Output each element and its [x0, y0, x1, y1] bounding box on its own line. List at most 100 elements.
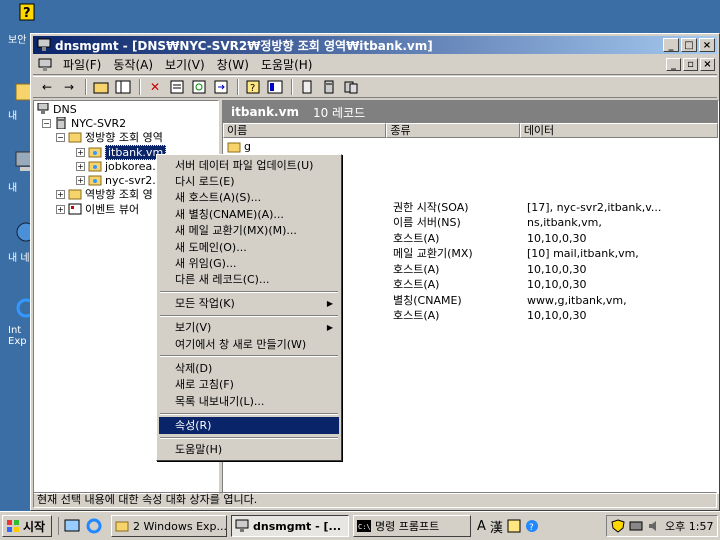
clock[interactable]: 오후 1:57 [665, 518, 713, 534]
svg-text:?: ? [23, 6, 31, 21]
tree-node-zone-nyc[interactable]: + nyc-svr2. [76, 173, 156, 187]
table-row[interactable]: g [227, 139, 717, 154]
child-minimize-button[interactable]: _ [666, 58, 681, 71]
menu-item-new-mx[interactable]: 새 메일 교환기(MX)(M)... [159, 222, 339, 239]
refresh-icon[interactable] [189, 78, 209, 96]
folder-icon [115, 521, 129, 532]
volume-icon[interactable] [647, 519, 661, 533]
collapse-icon[interactable]: − [42, 118, 51, 128]
network-status-icon[interactable] [629, 519, 643, 533]
tree-label: DNS [53, 102, 77, 116]
toolbar-separator [85, 79, 87, 95]
menu-item-export-list[interactable]: 목록 내보내기(L)... [159, 393, 339, 410]
cell-type: 권한 시작(SOA) [393, 201, 469, 214]
zone-icon[interactable] [341, 78, 361, 96]
tree-label: nyc-svr2. [105, 173, 156, 187]
expand-icon[interactable]: + [56, 204, 65, 214]
task-dnsmgmt[interactable]: dnsmgmt - [... [231, 515, 349, 537]
tree-label: jobkorea.v [105, 159, 163, 173]
close-button[interactable]: × [699, 38, 715, 52]
tree-label: 이벤트 뷰어 [85, 203, 140, 216]
expand-icon[interactable]: + [76, 175, 85, 185]
internet-explorer-icon[interactable] [85, 517, 103, 535]
menu-item-all-tasks[interactable]: 모든 작업(K) ▶ [159, 295, 339, 312]
input-mode-a[interactable]: A [477, 519, 486, 534]
menu-item-delete[interactable]: 삭제(D) [159, 360, 339, 377]
export-list-icon[interactable] [211, 78, 231, 96]
update-data-file-icon[interactable] [297, 78, 317, 96]
show-tree-icon[interactable] [113, 78, 133, 96]
expand-icon[interactable]: + [76, 147, 85, 157]
tree-node-zone-jobkorea[interactable]: + jobkorea.v [76, 159, 162, 173]
console-icon [38, 58, 52, 71]
cell-data: 10,10,0,30 [527, 278, 587, 291]
server-icon [56, 117, 66, 129]
cell-type: 호스트(A) [393, 263, 440, 276]
menu-item-update-data-file[interactable]: 서버 데이터 파일 업데이트(U) [159, 157, 339, 174]
menu-item-refresh[interactable]: 새로 고침(F) [159, 376, 339, 393]
menu-item-new-alias[interactable]: 새 별칭(CNAME)(A)... [159, 206, 339, 223]
menu-item-view[interactable]: 보기(V) ▶ [159, 319, 339, 336]
child-restore-button[interactable]: ▫ [683, 58, 698, 71]
tree-node-server[interactable]: − NYC-SVR2 [42, 116, 126, 130]
toolbar-separator [237, 79, 239, 95]
menu-separator [160, 413, 338, 415]
minimize-button[interactable]: _ [663, 38, 679, 52]
start-button[interactable]: 시작 [2, 515, 52, 537]
column-header-type[interactable]: 종류 [386, 123, 520, 138]
zone-name: itbank.vm [231, 105, 299, 119]
menu-item-new-window[interactable]: 여기에서 창 새로 만들기(W) [159, 336, 339, 353]
cell-data: ns,itbank,vm, [527, 216, 602, 229]
cell-data: 10,10,0,30 [527, 309, 587, 322]
input-mode-hanja[interactable]: 漢 [490, 517, 503, 536]
menu-item-new-domain[interactable]: 새 도메인(O)... [159, 239, 339, 256]
help-icon: ? [19, 3, 35, 21]
expand-icon[interactable]: + [56, 189, 65, 199]
cell-data: 10,10,0,30 [527, 232, 587, 245]
expand-icon[interactable]: + [76, 161, 85, 171]
help-icon[interactable]: ? [243, 78, 263, 96]
properties-icon[interactable] [167, 78, 187, 96]
menu-help[interactable]: 도움말(H) [255, 56, 319, 73]
ime-tools-icon[interactable] [507, 519, 521, 533]
collapse-icon[interactable]: − [56, 132, 65, 142]
menu-item-reload[interactable]: 다시 로드(E) [159, 173, 339, 190]
windows-logo-icon [7, 520, 19, 532]
menu-item-help[interactable]: 도움말(H) [159, 441, 339, 458]
delete-icon[interactable]: ✕ [145, 78, 165, 96]
child-close-button[interactable]: × [700, 58, 715, 71]
column-header-data[interactable]: 데이터 [519, 123, 718, 138]
menu-separator [160, 315, 338, 317]
tree-node-forward-zones[interactable]: − 정방향 조회 영역 [56, 130, 163, 144]
tree-label: NYC-SVR2 [71, 116, 127, 130]
console-view-icon[interactable] [265, 78, 285, 96]
tree-node-event-viewer[interactable]: + 이벤트 뷰어 [56, 202, 139, 216]
security-shield-icon[interactable] [611, 519, 625, 533]
server-list-icon[interactable] [319, 78, 339, 96]
cell-type: 호스트(A) [393, 232, 440, 245]
cell-type: 호스트(A) [393, 278, 440, 291]
column-header-name[interactable]: 이름 [223, 123, 387, 138]
task-windows-explorer[interactable]: 2 Windows Exp... [111, 515, 227, 537]
menu-separator [160, 355, 338, 357]
show-desktop-icon[interactable] [63, 517, 81, 535]
back-icon[interactable]: ← [37, 78, 57, 96]
maximize-button[interactable]: □ [681, 38, 697, 52]
up-folder-icon[interactable] [91, 78, 111, 96]
language-bar[interactable]: A 漢 ? [477, 517, 539, 536]
forward-icon[interactable]: → [59, 78, 79, 96]
menu-action[interactable]: 동작(A) [107, 56, 159, 73]
tree-node-zone-itbank[interactable]: + itbank.vm [76, 144, 167, 160]
menu-window[interactable]: 창(W) [211, 56, 255, 73]
tree-node-dns[interactable]: DNS [36, 102, 77, 116]
ime-help-icon[interactable]: ? [525, 519, 539, 533]
menu-item-properties[interactable]: 속성(R) [159, 417, 339, 434]
menu-item-new-host[interactable]: 새 호스트(A)(S)... [159, 189, 339, 206]
tree-node-reverse-zones[interactable]: + 역방향 조회 영 [56, 187, 153, 201]
menu-view[interactable]: 보기(V) [159, 56, 211, 73]
task-command-prompt[interactable]: C:\ 명령 프롬프트 [353, 515, 471, 537]
title-bar[interactable]: dnsmgmt - [DNS₩NYC-SVR2₩정방향 조회 영역₩itbank… [33, 36, 717, 54]
menu-item-new-delegation[interactable]: 새 위임(G)... [159, 255, 339, 272]
menu-item-other-new-records[interactable]: 다른 새 레코드(C)... [159, 271, 339, 288]
menu-file[interactable]: 파일(F) [57, 56, 107, 73]
